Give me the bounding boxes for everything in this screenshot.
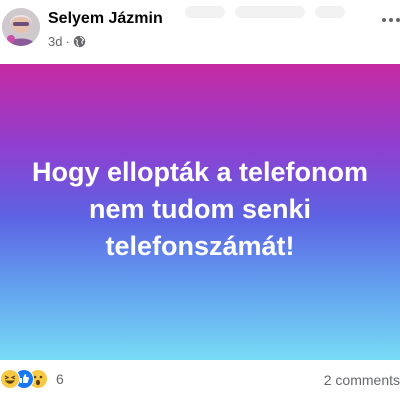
background-ghost-graphic [185, 2, 355, 30]
post-header: Selyem Jázmin 3d · [0, 0, 400, 64]
haha-reaction-icon [0, 369, 20, 389]
comments-count-link[interactable]: 2 comments [324, 372, 400, 388]
post-footer: 6 2 comments [0, 360, 400, 400]
post-meta: 3d · [48, 33, 86, 49]
post-text-line: telefonszámát! [105, 230, 295, 261]
reaction-count: 6 [56, 371, 64, 387]
post-text-line: Hogy ellopták a telefonom [31, 156, 369, 187]
post-text: Hogy ellopták a telefonom nem tudom senk… [10, 154, 390, 265]
author-name[interactable]: Selyem Jázmin [48, 10, 163, 28]
more-options-icon[interactable] [382, 10, 400, 30]
meta-separator: · [65, 33, 70, 49]
reaction-summary[interactable]: 6 [0, 368, 64, 390]
post-text-line: nem tudom senki [88, 193, 312, 224]
author-avatar[interactable] [2, 8, 40, 46]
post-timestamp[interactable]: 3d [48, 34, 62, 49]
post-background-card: Hogy ellopták a telefonom nem tudom senk… [0, 64, 400, 360]
globe-icon[interactable] [73, 35, 86, 48]
